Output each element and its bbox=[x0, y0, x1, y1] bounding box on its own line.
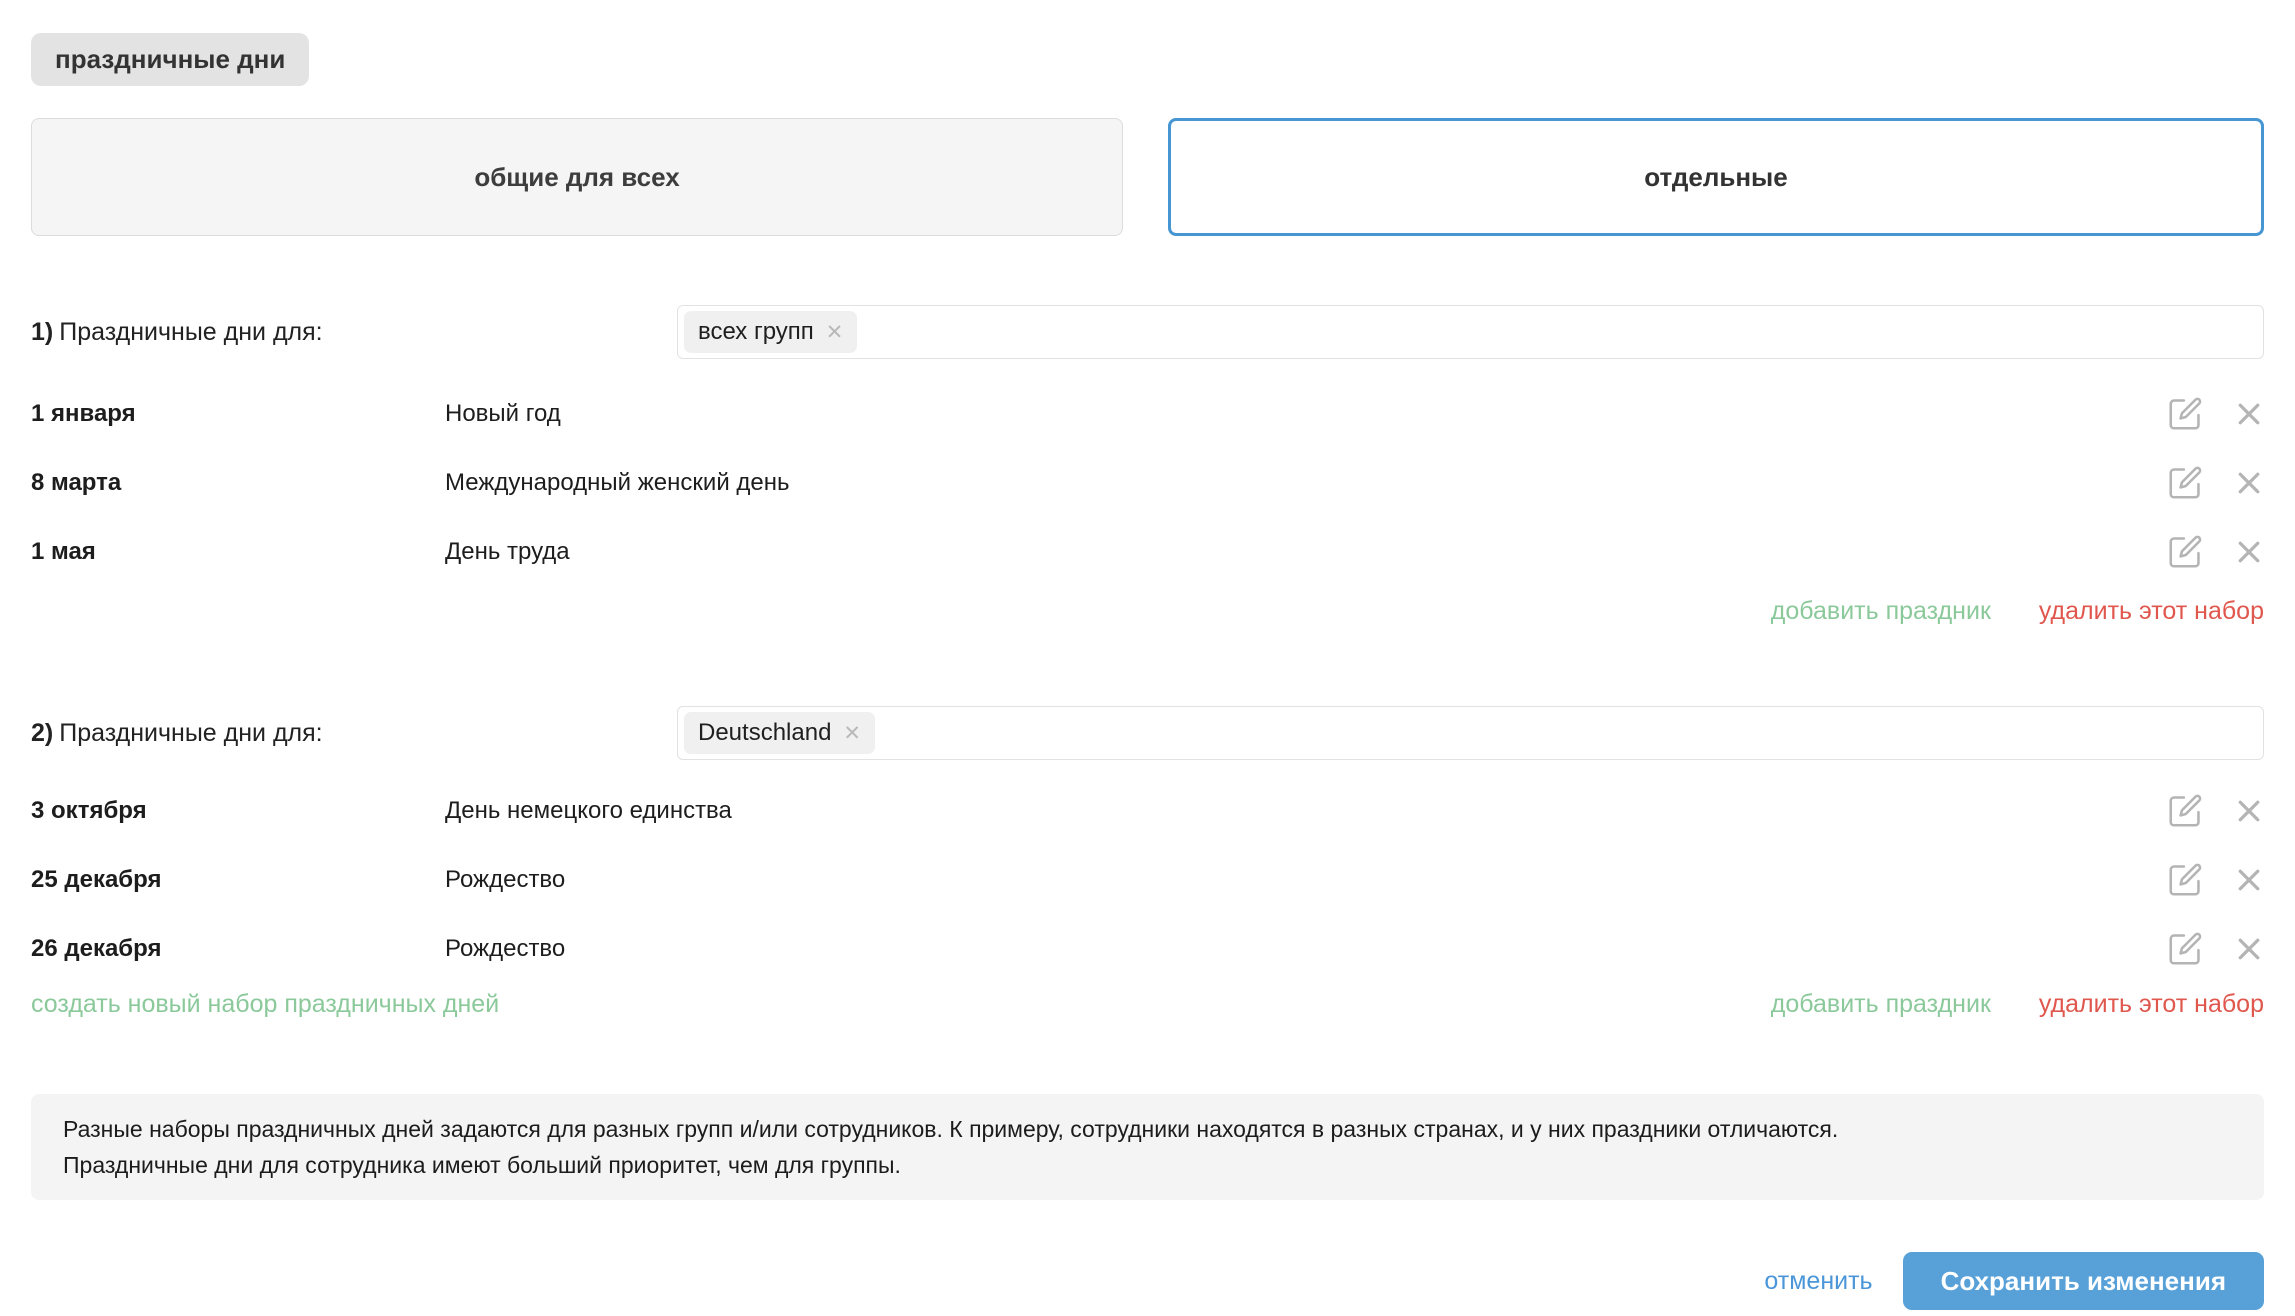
delete-holiday-icon[interactable] bbox=[2234, 934, 2264, 964]
add-holiday-link[interactable]: добавить праздник bbox=[1771, 990, 1991, 1019]
set-2-remove-tag-icon[interactable]: ✕ bbox=[843, 723, 861, 744]
set-2-header: 2)Праздничные дни для: Deutschland ✕ bbox=[31, 706, 2264, 760]
set-2-label-text: Праздничные дни для: bbox=[59, 719, 322, 747]
delete-holiday-icon[interactable] bbox=[2234, 865, 2264, 895]
set-2-actions-right: добавить праздник удалить этот набор bbox=[1771, 990, 2264, 1019]
holiday-set-2: 2)Праздничные дни для: Deutschland ✕ 3 о… bbox=[31, 706, 2264, 1021]
holiday-name: Рождество bbox=[445, 935, 2166, 963]
holiday-date: 3 октября bbox=[31, 797, 445, 825]
create-new-set-link[interactable]: создать новый набор праздничных дней bbox=[31, 990, 499, 1019]
footer-actions: отменить Сохранить изменения bbox=[31, 1252, 2264, 1310]
save-changes-button[interactable]: Сохранить изменения bbox=[1903, 1252, 2264, 1310]
tab-common-for-all[interactable]: общие для всех bbox=[31, 118, 1123, 236]
holiday-name: День немецкого единства bbox=[445, 797, 2166, 825]
delete-set-link[interactable]: удалить этот набор bbox=[2039, 990, 2264, 1019]
set-1-groups-input[interactable]: всех групп ✕ bbox=[677, 305, 2264, 359]
holiday-row: 8 марта Международный женский день bbox=[31, 463, 2264, 503]
holiday-actions bbox=[2166, 861, 2264, 899]
set-1-group-tag-label: всех групп bbox=[698, 318, 814, 346]
holiday-date: 8 марта bbox=[31, 469, 445, 497]
holiday-date: 26 декабря bbox=[31, 935, 445, 963]
set-2-label: 2)Праздничные дни для: bbox=[31, 719, 677, 748]
set-2-group-tag-label: Deutschland bbox=[698, 719, 831, 747]
holidays-mode-tabs: общие для всех отдельные bbox=[31, 118, 2264, 236]
add-holiday-link[interactable]: добавить праздник bbox=[1771, 597, 1991, 626]
holiday-date: 1 мая bbox=[31, 538, 445, 566]
holidays-settings-panel: праздничные дни общие для всех отдельные… bbox=[0, 0, 2295, 1316]
delete-holiday-icon[interactable] bbox=[2234, 399, 2264, 429]
delete-holiday-icon[interactable] bbox=[2234, 468, 2264, 498]
holiday-name: Новый год bbox=[445, 400, 2166, 428]
holiday-row: 3 октября День немецкого единства bbox=[31, 791, 2264, 831]
holiday-actions bbox=[2166, 464, 2264, 502]
set-1-label: 1)Праздничные дни для: bbox=[31, 318, 677, 347]
edit-holiday-icon[interactable] bbox=[2166, 464, 2204, 502]
holiday-name: Рождество bbox=[445, 866, 2166, 894]
set-1-number: 1) bbox=[31, 318, 53, 346]
holiday-actions bbox=[2166, 395, 2264, 433]
info-line-2: Праздничные дни для сотрудника имеют бол… bbox=[63, 1147, 2232, 1183]
set-2-group-tag: Deutschland ✕ bbox=[684, 712, 875, 754]
holiday-row: 25 декабря Рождество bbox=[31, 860, 2264, 900]
set-2-number: 2) bbox=[31, 719, 53, 747]
set-1-header: 1)Праздничные дни для: всех групп ✕ bbox=[31, 305, 2264, 359]
holiday-set-1: 1)Праздничные дни для: всех групп ✕ 1 ян… bbox=[31, 305, 2264, 628]
holiday-row: 1 января Новый год bbox=[31, 394, 2264, 434]
set-2-groups-input[interactable]: Deutschland ✕ bbox=[677, 706, 2264, 760]
edit-holiday-icon[interactable] bbox=[2166, 395, 2204, 433]
tab-separate[interactable]: отдельные bbox=[1168, 118, 2264, 236]
holiday-actions bbox=[2166, 930, 2264, 968]
edit-holiday-icon[interactable] bbox=[2166, 533, 2204, 571]
section-badge: праздничные дни bbox=[31, 33, 309, 86]
info-box: Разные наборы праздничных дней задаются … bbox=[31, 1094, 2264, 1200]
holiday-row: 1 мая День труда bbox=[31, 532, 2264, 572]
edit-holiday-icon[interactable] bbox=[2166, 792, 2204, 830]
holiday-date: 1 января bbox=[31, 400, 445, 428]
delete-holiday-icon[interactable] bbox=[2234, 796, 2264, 826]
delete-set-link[interactable]: удалить этот набор bbox=[2039, 597, 2264, 626]
holiday-row: 26 декабря Рождество bbox=[31, 929, 2264, 969]
set-1-label-text: Праздничные дни для: bbox=[59, 318, 322, 346]
set-1-remove-tag-icon[interactable]: ✕ bbox=[826, 322, 844, 343]
holiday-name: День труда bbox=[445, 538, 2166, 566]
holiday-date: 25 декабря bbox=[31, 866, 445, 894]
holiday-actions bbox=[2166, 792, 2264, 830]
set-2-actions: создать новый набор праздничных дней доб… bbox=[31, 987, 2264, 1021]
holiday-name: Международный женский день bbox=[445, 469, 2166, 497]
delete-holiday-icon[interactable] bbox=[2234, 537, 2264, 567]
edit-holiday-icon[interactable] bbox=[2166, 861, 2204, 899]
holiday-actions bbox=[2166, 533, 2264, 571]
info-line-1: Разные наборы праздничных дней задаются … bbox=[63, 1111, 2232, 1147]
set-1-actions: добавить праздник удалить этот набор bbox=[31, 594, 2264, 628]
edit-holiday-icon[interactable] bbox=[2166, 930, 2204, 968]
cancel-link[interactable]: отменить bbox=[1764, 1267, 1872, 1296]
set-1-group-tag: всех групп ✕ bbox=[684, 311, 857, 353]
